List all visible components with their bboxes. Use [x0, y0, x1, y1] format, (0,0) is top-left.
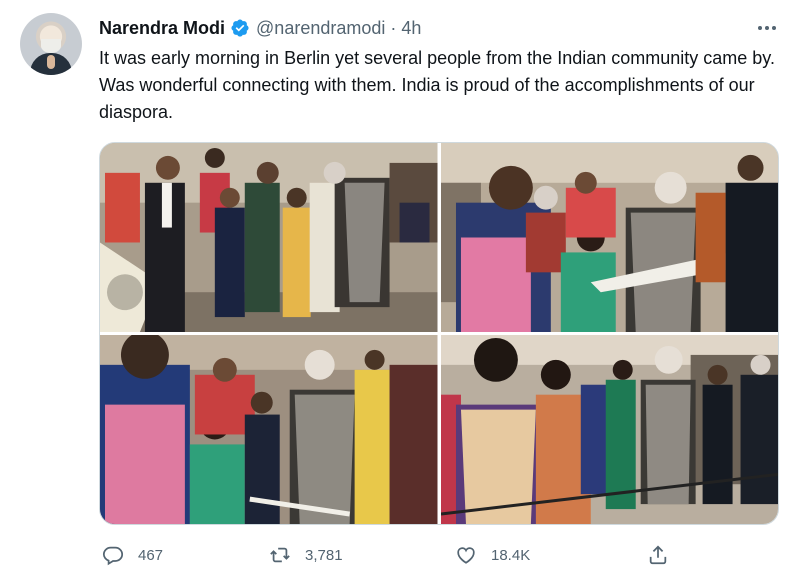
photo-grid	[99, 142, 779, 525]
more-options-icon[interactable]	[754, 18, 780, 38]
tweet-photo-3[interactable]	[100, 335, 438, 524]
tweet-timestamp[interactable]: 4h	[401, 18, 421, 39]
heart-icon	[455, 544, 477, 566]
reply-icon	[102, 544, 124, 566]
retweet-count: 3,781	[305, 546, 343, 564]
like-count: 18.4K	[491, 546, 531, 564]
reply-button[interactable]: 467	[102, 540, 163, 570]
tweet-card[interactable]: Narendra Modi @narendramodi · 4h It was …	[0, 0, 800, 583]
verified-badge-icon	[230, 18, 250, 38]
tweet-photo-2[interactable]	[440, 143, 778, 332]
tweet-text: It was early morning in Berlin yet sever…	[99, 48, 775, 122]
reply-count: 467	[138, 546, 164, 564]
retweet-button[interactable]: 3,781	[269, 540, 343, 570]
tweet-actions: 467 3,781 18.4K	[99, 540, 779, 570]
author-handle[interactable]: @narendramodi	[256, 18, 385, 39]
separator-dot: ·	[390, 17, 397, 38]
share-icon	[647, 544, 669, 566]
like-button[interactable]: 18.4K	[455, 540, 530, 570]
tweet-header: Narendra Modi @narendramodi · 4h	[99, 15, 421, 41]
share-button[interactable]	[647, 540, 669, 570]
tweet-photo-1[interactable]	[100, 143, 438, 332]
avatar[interactable]	[20, 13, 82, 75]
retweet-icon	[269, 544, 291, 566]
tweet-photo-4[interactable]	[440, 335, 778, 524]
author-name[interactable]: Narendra Modi	[99, 18, 225, 39]
